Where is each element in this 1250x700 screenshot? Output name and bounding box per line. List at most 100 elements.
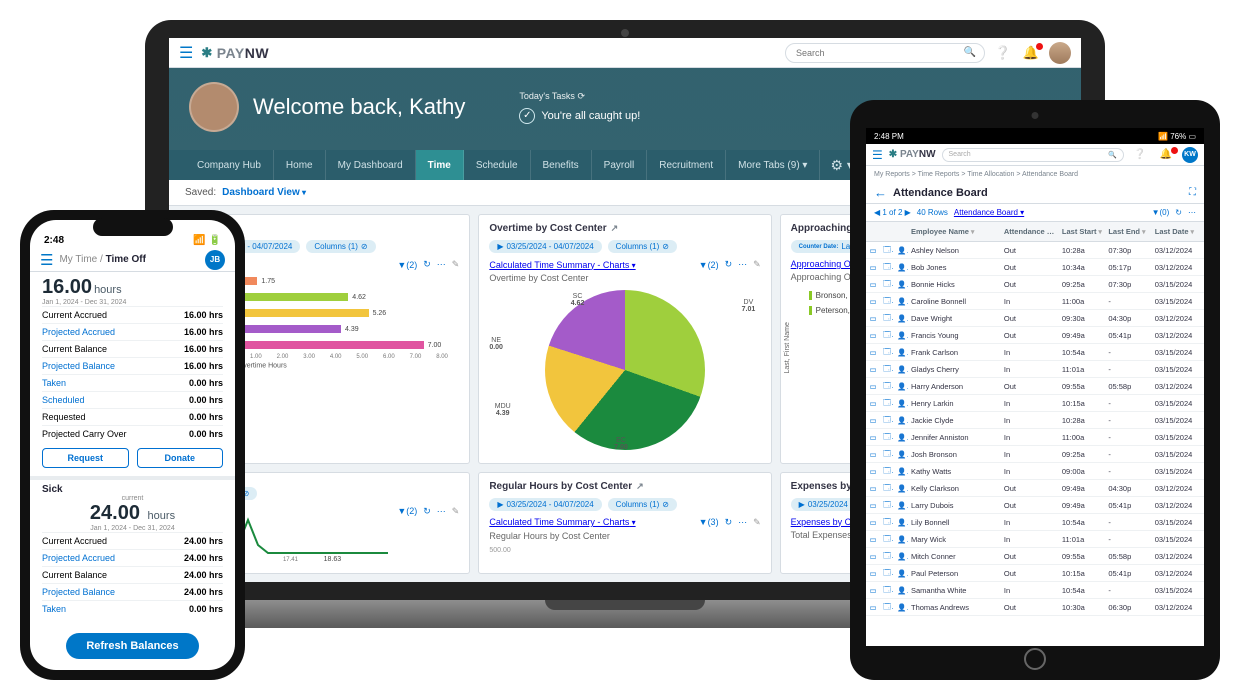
help-icon[interactable]: ❔ <box>1130 149 1150 160</box>
row-action-icon[interactable]: ▭ <box>866 552 880 561</box>
home-button[interactable] <box>1024 648 1046 670</box>
row-card-icon[interactable]: 🗔 <box>880 380 894 393</box>
popout-icon[interactable]: ↗ <box>636 481 644 492</box>
nav-recruitment[interactable]: Recruitment <box>647 150 726 180</box>
search-input[interactable]: 🔍 <box>785 43 985 63</box>
row-card-icon[interactable]: 🗔 <box>880 550 894 563</box>
nav-benefits[interactable]: Benefits <box>531 150 592 180</box>
row-person-icon[interactable]: 👤 <box>894 314 908 323</box>
table-row[interactable]: ▭🗔👤Gladys CherryIn11:01a-03/15/2024 <box>866 361 1204 378</box>
columns-pill[interactable]: Columns (1) ⊘ <box>306 240 375 253</box>
row-action-icon[interactable]: ▭ <box>866 365 880 374</box>
row-action-icon[interactable]: ▭ <box>866 297 880 306</box>
row-card-icon[interactable]: 🗔 <box>880 244 894 257</box>
row-person-icon[interactable]: 👤 <box>894 348 908 357</box>
row-action-icon[interactable]: ▭ <box>866 382 880 391</box>
row-card-icon[interactable]: 🗔 <box>880 329 894 342</box>
row-card-icon[interactable]: 🗔 <box>880 346 894 359</box>
row-card-icon[interactable]: 🗔 <box>880 482 894 495</box>
more-icon[interactable]: ⋯ <box>1188 208 1196 217</box>
date-range-pill[interactable]: ▶ 03/25/2024 - 04/07/2024 <box>489 240 601 253</box>
col-header[interactable]: Employee Name <box>908 227 1001 236</box>
row-person-icon[interactable]: 👤 <box>894 416 908 425</box>
row-card-icon[interactable]: 🗔 <box>880 465 894 478</box>
table-row[interactable]: ▭🗔👤Josh BronsonIn09:25a-03/15/2024 <box>866 446 1204 463</box>
popout-icon[interactable]: ↗ <box>611 223 619 234</box>
row-action-icon[interactable]: ▭ <box>866 535 880 544</box>
row-card-icon[interactable]: 🗔 <box>880 448 894 461</box>
row-action-icon[interactable]: ▭ <box>866 518 880 527</box>
search-input[interactable]: Search🔍 <box>942 148 1124 162</box>
nav-more-tabs-9-[interactable]: More Tabs (9) ▾ <box>726 150 820 180</box>
row-person-icon[interactable]: 👤 <box>894 603 908 612</box>
avatar[interactable]: JB <box>205 250 225 270</box>
table-row[interactable]: ▭🗔👤Thomas AndrewsOut10:30a06:30p03/12/20… <box>866 599 1204 616</box>
col-header[interactable]: Attendance Status <box>1001 227 1059 236</box>
row-card-icon[interactable]: 🗔 <box>880 584 894 597</box>
col-header[interactable]: Last Start <box>1059 227 1105 236</box>
nav-home[interactable]: Home <box>274 150 326 180</box>
row-person-icon[interactable]: 👤 <box>894 450 908 459</box>
row-person-icon[interactable]: 👤 <box>894 246 908 255</box>
breadcrumb[interactable]: My Reports > Time Reports > Time Allocat… <box>866 166 1204 182</box>
help-icon[interactable]: ❔ <box>993 45 1013 61</box>
row-action-icon[interactable]: ▭ <box>866 586 880 595</box>
table-row[interactable]: ▭🗔👤Mary WickIn11:01a-03/15/2024 <box>866 531 1204 548</box>
row-action-icon[interactable]: ▭ <box>866 569 880 578</box>
breadcrumb[interactable]: My Time / Time Off <box>59 254 146 265</box>
row-action-icon[interactable]: ▭ <box>866 399 880 408</box>
table-row[interactable]: ▭🗔👤Frank CarlsonIn10:54a-03/15/2024 <box>866 344 1204 361</box>
request-button[interactable]: Request <box>42 448 129 468</box>
more-icon[interactable]: ⋯ <box>738 517 747 528</box>
nav-company-hub[interactable]: Company Hub <box>185 150 274 180</box>
table-row[interactable]: ▭🗔👤Dave WrightOut09:30a04:30p03/12/2024 <box>866 310 1204 327</box>
more-icon[interactable]: ⋯ <box>437 259 446 270</box>
row-person-icon[interactable]: 👤 <box>894 552 908 561</box>
nav-schedule[interactable]: Schedule <box>464 150 531 180</box>
edit-icon[interactable]: ✎ <box>753 517 761 528</box>
refresh-icon[interactable]: ↻ <box>1175 208 1182 217</box>
row-card-icon[interactable]: 🗔 <box>880 601 894 614</box>
expand-icon[interactable]: ⛶ <box>1189 187 1196 198</box>
row-person-icon[interactable]: 👤 <box>894 297 908 306</box>
filter-icon[interactable]: ▼(2) <box>699 260 719 270</box>
view-dropdown[interactable]: Attendance Board <box>954 208 1024 217</box>
row-person-icon[interactable]: 👤 <box>894 263 908 272</box>
table-row[interactable]: ▭🗔👤Jennifer AnnistonIn11:00a-03/15/2024 <box>866 429 1204 446</box>
avatar[interactable]: KW <box>1182 147 1198 163</box>
table-row[interactable]: ▭🗔👤Kathy WattsIn09:00a-03/15/2024 <box>866 463 1204 480</box>
page-nav[interactable]: ◀ 1 of 2 ▶ <box>874 208 911 217</box>
columns-pill[interactable]: Columns (1) ⊘ <box>608 240 677 253</box>
row-person-icon[interactable]: 👤 <box>894 280 908 289</box>
row-person-icon[interactable]: 👤 <box>894 586 908 595</box>
table-row[interactable]: ▭🗔👤Paul PetersonOut10:15a05:41p03/12/202… <box>866 565 1204 582</box>
menu-icon[interactable]: ☰ <box>40 251 53 269</box>
row-person-icon[interactable]: 👤 <box>894 331 908 340</box>
refresh-icon[interactable]: ↻ <box>725 517 733 528</box>
row-action-icon[interactable]: ▭ <box>866 484 880 493</box>
row-person-icon[interactable]: 👤 <box>894 399 908 408</box>
row-person-icon[interactable]: 👤 <box>894 535 908 544</box>
row-card-icon[interactable]: 🗔 <box>880 499 894 512</box>
row-person-icon[interactable]: 👤 <box>894 433 908 442</box>
table-row[interactable]: ▭🗔👤Samantha WhiteIn10:54a-03/15/2024 <box>866 582 1204 599</box>
table-row[interactable]: ▭🗔👤Henry LarkinIn10:15a-03/15/2024 <box>866 395 1204 412</box>
donate-button[interactable]: Donate <box>137 448 224 468</box>
row-action-icon[interactable]: ▭ <box>866 348 880 357</box>
dashboard-view-dropdown[interactable]: Dashboard View <box>222 187 306 198</box>
row-card-icon[interactable]: 🗔 <box>880 295 894 308</box>
table-row[interactable]: ▭🗔👤Caroline BonnellIn11:00a-03/15/2024 <box>866 293 1204 310</box>
menu-icon[interactable]: ☰ <box>872 148 883 162</box>
refresh-balances-button[interactable]: Refresh Balances <box>66 633 198 659</box>
table-row[interactable]: ▭🗔👤Bob JonesOut10:34a05:17p03/12/2024 <box>866 259 1204 276</box>
row-card-icon[interactable]: 🗔 <box>880 533 894 546</box>
row-card-icon[interactable]: 🗔 <box>880 363 894 376</box>
table-row[interactable]: ▭🗔👤Bonnie HicksOut09:25a07:30p03/15/2024 <box>866 276 1204 293</box>
filter-icon[interactable]: ▼(2) <box>397 260 417 270</box>
row-person-icon[interactable]: 👤 <box>894 467 908 476</box>
bell-icon[interactable]: 🔔 <box>1021 45 1041 61</box>
table-row[interactable]: ▭🗔👤Harry AndersonOut09:55a05:58p03/12/20… <box>866 378 1204 395</box>
row-person-icon[interactable]: 👤 <box>894 365 908 374</box>
row-card-icon[interactable]: 🗔 <box>880 278 894 291</box>
row-card-icon[interactable]: 🗔 <box>880 261 894 274</box>
